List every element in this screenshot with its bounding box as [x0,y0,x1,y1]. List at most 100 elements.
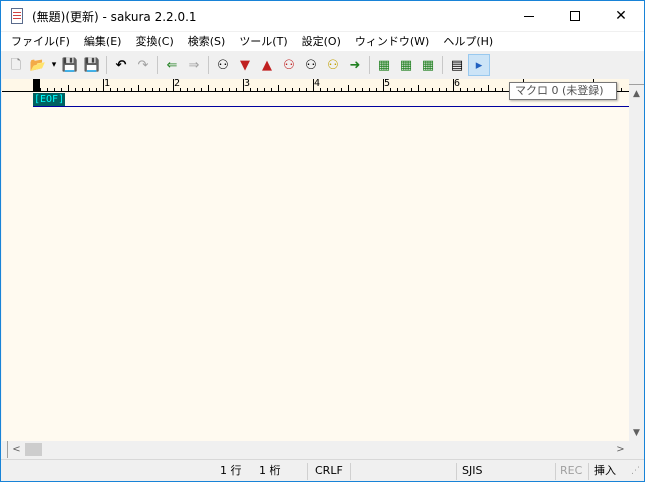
title-bar[interactable]: (無題)(更新) - sakura 2.2.0.1 ✕ [1,1,644,31]
line-number-gutter[interactable] [2,92,32,441]
ruler-tick [47,88,48,91]
toolbar-separator [157,56,158,74]
chevron-up-icon: ▲ [633,88,640,99]
maximize-icon [570,11,580,21]
ruler-tick [145,88,146,91]
outline-icon: ▦ [377,57,391,73]
scroll-left-button[interactable]: < [8,441,25,458]
status-divider [307,463,308,480]
redo-button[interactable]: ↷ [132,54,154,76]
sakura-app-icon[interactable] [9,8,25,24]
macro-tooltip: マクロ 0 (未登録) [509,82,617,100]
ruler-tick [397,88,398,91]
menu-settings[interactable]: 設定(O) [295,32,348,51]
settings-icon: ▦ [421,57,435,73]
ruler-tick [187,88,188,91]
ruler-tick [474,88,475,91]
toolbar-separator [208,56,209,74]
ruler-tick [348,85,349,91]
status-encoding[interactable]: SJIS [462,460,482,482]
ruler-tick [250,88,251,91]
ruler-tick [215,88,216,91]
text-editor-area[interactable]: [EOF] [2,92,629,441]
ruler-tick [502,88,503,91]
horizontal-scrollbar[interactable]: < > [2,441,629,458]
ruler-tick [488,85,489,91]
ruler-tick [355,88,356,91]
ruler-tick [208,85,209,91]
font-button[interactable]: ▦ [395,54,417,76]
ruler-tick [152,88,153,91]
search-next-button[interactable]: ▼ [234,54,256,76]
menu-file[interactable]: ファイル(F) [4,32,77,51]
menu-convert[interactable]: 変換(C) [128,32,180,51]
toolbar-separator [442,56,443,74]
ruler-tick [362,88,363,91]
macro-run-icon: ▸ [475,57,483,73]
menu-search[interactable]: 検索(S) [181,32,233,51]
ruler-tick [481,88,482,91]
ruler-tick [110,88,111,91]
scroll-down-button[interactable]: ▼ [629,424,644,441]
app-window: (無題)(更新) - sakura 2.2.0.1 ✕ ファイル(F) 編集(E… [0,0,645,482]
properties-button[interactable]: ▤ [446,54,468,76]
minimize-button[interactable] [506,1,552,31]
menu-tools[interactable]: ツール(T) [232,32,294,51]
resize-grip-icon[interactable]: ⋰ [631,460,640,482]
ruler-tick [33,79,34,91]
forward-icon: ⇒ [188,57,200,73]
font-icon: ▦ [399,57,413,73]
status-insert-mode[interactable]: 挿入 [594,460,616,482]
search-prev-button[interactable]: ▲ [256,54,278,76]
menu-window[interactable]: ウィンドウ(W) [348,32,436,51]
status-rec: REC [560,464,583,477]
ruler-tick [292,88,293,91]
ruler-tick [222,88,223,91]
ruler-tick [75,88,76,91]
new-file-icon: 🗋 [10,57,22,73]
toolbar-separator [369,56,370,74]
menu-help[interactable]: ヘルプ(H) [436,32,500,51]
ruler-tick [68,85,69,91]
ruler-tick [124,88,125,91]
jump-button[interactable]: ➜ [344,54,366,76]
toolbar: 🗋 📂 ▾ 💾 💾 ↶ ↷ ⇐ ⇒ ⚇ ▼ ▲ ⚇ ⚇ ⚇ ➜ ▦ ▦ ▦ ▤ … [1,52,644,78]
new-file-button[interactable]: 🗋 [5,54,27,76]
horizontal-scroll-track[interactable] [42,441,612,458]
forward-button[interactable]: ⇒ [183,54,205,76]
ruler-tick [432,88,433,91]
ruler-tick [264,88,265,91]
scroll-right-button[interactable]: > [612,441,629,458]
close-icon: ✕ [615,8,627,24]
open-file-button[interactable]: 📂 [27,54,49,76]
save-button[interactable]: 💾 [59,54,81,76]
clear-mark-button[interactable]: ⚇ [300,54,322,76]
vertical-scrollbar[interactable]: ▲ ▼ [629,79,644,441]
horizontal-scroll-thumb[interactable] [25,443,42,456]
search-button[interactable]: ⚇ [212,54,234,76]
back-button[interactable]: ⇐ [161,54,183,76]
ruler-label: 5 [384,79,391,89]
scroll-up-button[interactable]: ▲ [629,85,644,102]
status-row: 1 行 [220,464,242,477]
ruler-tick [236,88,237,91]
ruler-tick [327,88,328,91]
menu-edit[interactable]: 編集(E) [77,32,129,51]
ruler-tick [271,88,272,91]
settings-button[interactable]: ▦ [417,54,439,76]
status-divider [350,463,351,480]
open-dropdown-button[interactable]: ▾ [49,54,59,76]
status-divider [456,463,457,480]
grep-button[interactable]: ⚇ [322,54,344,76]
mark-search-button[interactable]: ⚇ [278,54,300,76]
close-button[interactable]: ✕ [598,1,644,31]
properties-icon: ▤ [450,57,464,73]
undo-button[interactable]: ↶ [110,54,132,76]
ruler-tick [439,88,440,91]
save-as-button[interactable]: 💾 [81,54,103,76]
status-line-ending[interactable]: CRLF [315,460,343,482]
maximize-button[interactable] [552,1,598,31]
outline-button[interactable]: ▦ [373,54,395,76]
macro-run-button[interactable]: ▸ [468,54,490,76]
scrollbar-corner [629,441,644,458]
